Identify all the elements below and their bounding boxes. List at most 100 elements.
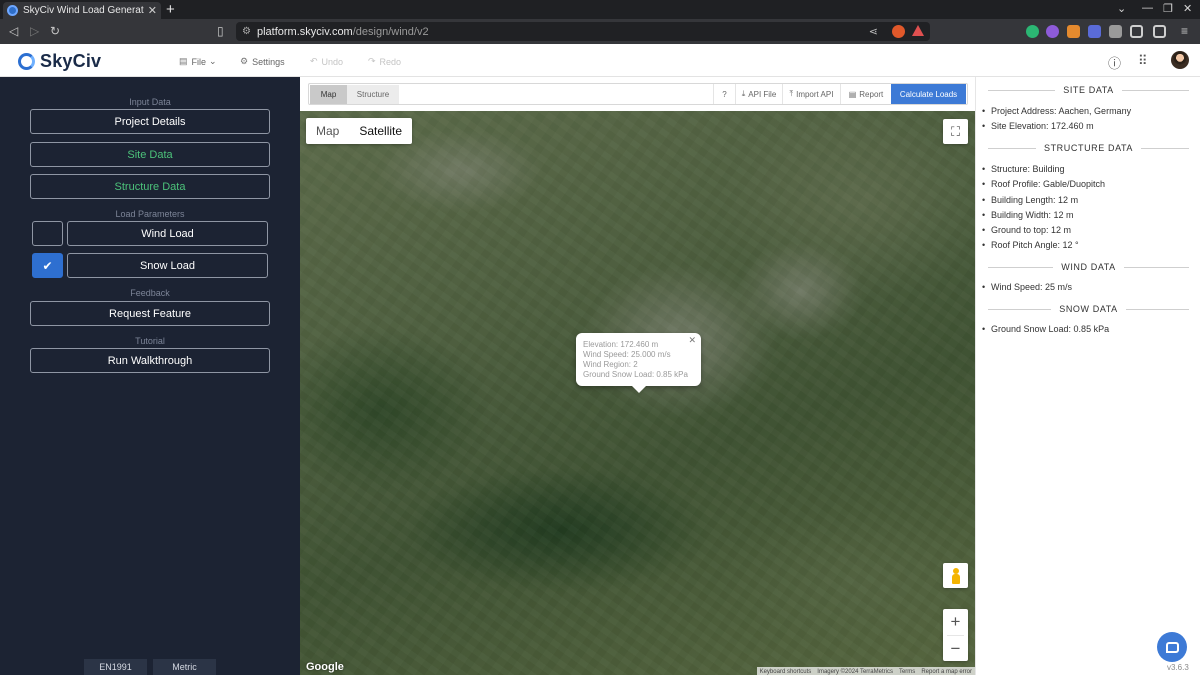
browser-tab-bar: SkyCiv Wind Load Generat ✕ + ⌄ — ❐ ✕ <box>0 0 1200 19</box>
close-window-icon[interactable]: ✕ <box>1183 2 1192 15</box>
map-info-window: Elevation: 172.460 m Wind Speed: 25.000 … <box>576 333 701 393</box>
map-type-satellite-button[interactable]: Satellite <box>349 118 412 144</box>
settings-menu[interactable]: ⚙ Settings <box>240 56 285 67</box>
snow-load-button[interactable]: Snow Load <box>67 253 268 278</box>
tutorial-label: Tutorial <box>135 336 165 346</box>
wind-data-list: Wind Speed: 25 m/s <box>982 280 1072 296</box>
list-item: Ground Snow Load: 0.85 kPa <box>982 322 1109 338</box>
street-view-button[interactable] <box>943 563 968 588</box>
wind-load-checkbox[interactable] <box>32 221 63 246</box>
api-file-button[interactable]: ⤓ API File <box>735 84 782 104</box>
list-item: Ground to top: 12 m <box>982 223 1105 239</box>
import-api-button[interactable]: ⤒ Import API <box>782 84 840 104</box>
list-item: Project Address: Aachen, Germany <box>982 104 1131 120</box>
back-icon[interactable]: ◁ <box>9 24 18 38</box>
site-info-icon[interactable]: ⚙ <box>242 26 251 37</box>
list-item: Building Length: 12 m <box>982 193 1105 209</box>
chevron-down-icon[interactable]: ⌄ <box>1117 2 1126 15</box>
map-attribution: Keyboard shortcuts Imagery ©2024 TerraMe… <box>756 667 975 675</box>
skyciv-logo[interactable]: SkyCiv <box>18 51 101 72</box>
sidebar-toggle-icon[interactable] <box>1130 25 1143 38</box>
redo-icon: ↷ <box>368 56 376 66</box>
zoom-out-button[interactable]: − <box>943 636 968 662</box>
grammarly-extension-icon[interactable] <box>1026 25 1039 38</box>
snow-data-heading: SNOW DATA <box>988 304 1189 314</box>
structure-data-list: Structure: Building Roof Profile: Gable/… <box>982 162 1105 254</box>
info-snow-load: Ground Snow Load: 0.85 kPa <box>583 370 688 379</box>
feedback-label: Feedback <box>130 288 170 298</box>
summary-panel: SITE DATA Project Address: Aachen, Germa… <box>975 77 1200 675</box>
brave-shield-icon[interactable] <box>892 25 905 38</box>
info-window-pointer <box>632 386 646 393</box>
reload-icon[interactable]: ↻ <box>50 24 60 38</box>
report-button[interactable]: ▤ Report <box>840 84 891 104</box>
fullscreen-button[interactable]: ⛶ <box>943 119 968 144</box>
skyciv-logo-icon <box>18 53 35 70</box>
run-walkthrough-button[interactable]: Run Walkthrough <box>30 348 270 373</box>
structure-data-button[interactable]: Structure Data <box>30 174 270 199</box>
list-item: Building Width: 12 m <box>982 208 1105 224</box>
input-data-label: Input Data <box>129 97 171 107</box>
tab-structure[interactable]: Structure <box>347 85 399 104</box>
file-menu[interactable]: ▤ File ⌄ <box>179 56 217 67</box>
chevron-down-icon: ⌄ <box>209 56 217 66</box>
left-sidebar: Input Data Project Details Site Data Str… <box>0 77 300 675</box>
apps-grid-icon[interactable]: ⠿ <box>1138 53 1148 69</box>
zoom-in-button[interactable]: + <box>943 609 968 635</box>
wallet-icon[interactable] <box>1153 25 1166 38</box>
chat-support-button[interactable] <box>1157 632 1187 662</box>
units-button[interactable]: Metric <box>153 659 216 675</box>
site-data-heading: SITE DATA <box>988 85 1189 95</box>
load-parameters-label: Load Parameters <box>115 209 185 219</box>
info-elevation: Elevation: 172.460 m <box>583 340 659 349</box>
puzzle-extension-icon[interactable] <box>1109 25 1122 38</box>
avatar[interactable] <box>1171 51 1189 69</box>
new-tab-icon[interactable]: + <box>166 1 175 18</box>
redo-button[interactable]: ↷ Redo <box>368 56 401 67</box>
satellite-map[interactable]: Map Satellite ⛶ Elevation: 172.460 m Win… <box>300 111 975 675</box>
minimize-icon[interactable]: — <box>1142 2 1153 14</box>
browser-tab[interactable]: SkyCiv Wind Load Generat ✕ <box>3 2 161 19</box>
help-icon[interactable]: ⓘ <box>1108 53 1121 72</box>
snow-load-checkbox[interactable]: ✔ <box>32 253 63 278</box>
url-host: platform.skyciv.com <box>256 25 353 38</box>
brave-rewards-icon[interactable] <box>912 25 924 36</box>
maximize-icon[interactable]: ❐ <box>1163 2 1173 15</box>
wind-load-button[interactable]: Wind Load <box>67 221 268 246</box>
list-item: Structure: Building <box>982 162 1105 178</box>
terms-link[interactable]: Terms <box>896 669 918 675</box>
url-input[interactable]: ⚙ platform.skyciv.com /design/wind/v2 ⋖ <box>236 22 930 41</box>
fullscreen-icon: ⛶ <box>950 123 961 139</box>
color-extension-icon[interactable] <box>1046 25 1059 38</box>
tab-map[interactable]: Map <box>310 85 347 104</box>
list-item: Site Elevation: 172.460 m <box>982 119 1131 135</box>
map-type-map-button[interactable]: Map <box>306 118 349 144</box>
site-data-button[interactable]: Site Data <box>30 142 270 167</box>
undo-button[interactable]: ↶ Undo <box>310 56 343 67</box>
checkmark-icon: ✔ <box>42 258 53 273</box>
list-item: Wind Speed: 25 m/s <box>982 280 1072 296</box>
help-button[interactable]: ? <box>713 84 735 104</box>
undo-icon: ↶ <box>310 56 318 66</box>
browser-menu-icon[interactable]: ≡ <box>1181 24 1188 38</box>
close-icon[interactable]: ✕ <box>688 335 696 346</box>
calculate-loads-button[interactable]: Calculate Loads <box>891 84 966 104</box>
design-code-button[interactable]: EN1991 <box>84 659 147 675</box>
request-feature-button[interactable]: Request Feature <box>30 301 270 326</box>
report-map-error-link[interactable]: Report a map error <box>918 669 975 675</box>
app-header: SkyCiv ▤ File ⌄ ⚙ Settings ↶ Undo ↷ Redo… <box>0 44 1200 77</box>
skyciv-favicon-icon <box>7 5 18 16</box>
google-logo[interactable]: Google <box>306 661 344 673</box>
metamask-extension-icon[interactable] <box>1067 25 1080 38</box>
share-icon[interactable]: ⋖ <box>869 25 878 38</box>
close-tab-icon[interactable]: ✕ <box>148 4 157 17</box>
forward-icon[interactable]: ▷ <box>30 24 39 38</box>
a-extension-icon[interactable] <box>1088 25 1101 38</box>
keyboard-shortcuts-link[interactable]: Keyboard shortcuts <box>757 669 815 675</box>
project-details-button[interactable]: Project Details <box>30 109 270 134</box>
site-data-list: Project Address: Aachen, Germany Site El… <box>982 104 1131 135</box>
upload-icon: ⤒ <box>789 89 794 98</box>
list-item: Roof Pitch Angle: 12 ° <box>982 238 1105 254</box>
bookmark-icon[interactable]: ▯ <box>217 24 224 38</box>
view-toolbar: Map Structure ? ⤓ API File ⤒ Import API … <box>308 83 968 105</box>
